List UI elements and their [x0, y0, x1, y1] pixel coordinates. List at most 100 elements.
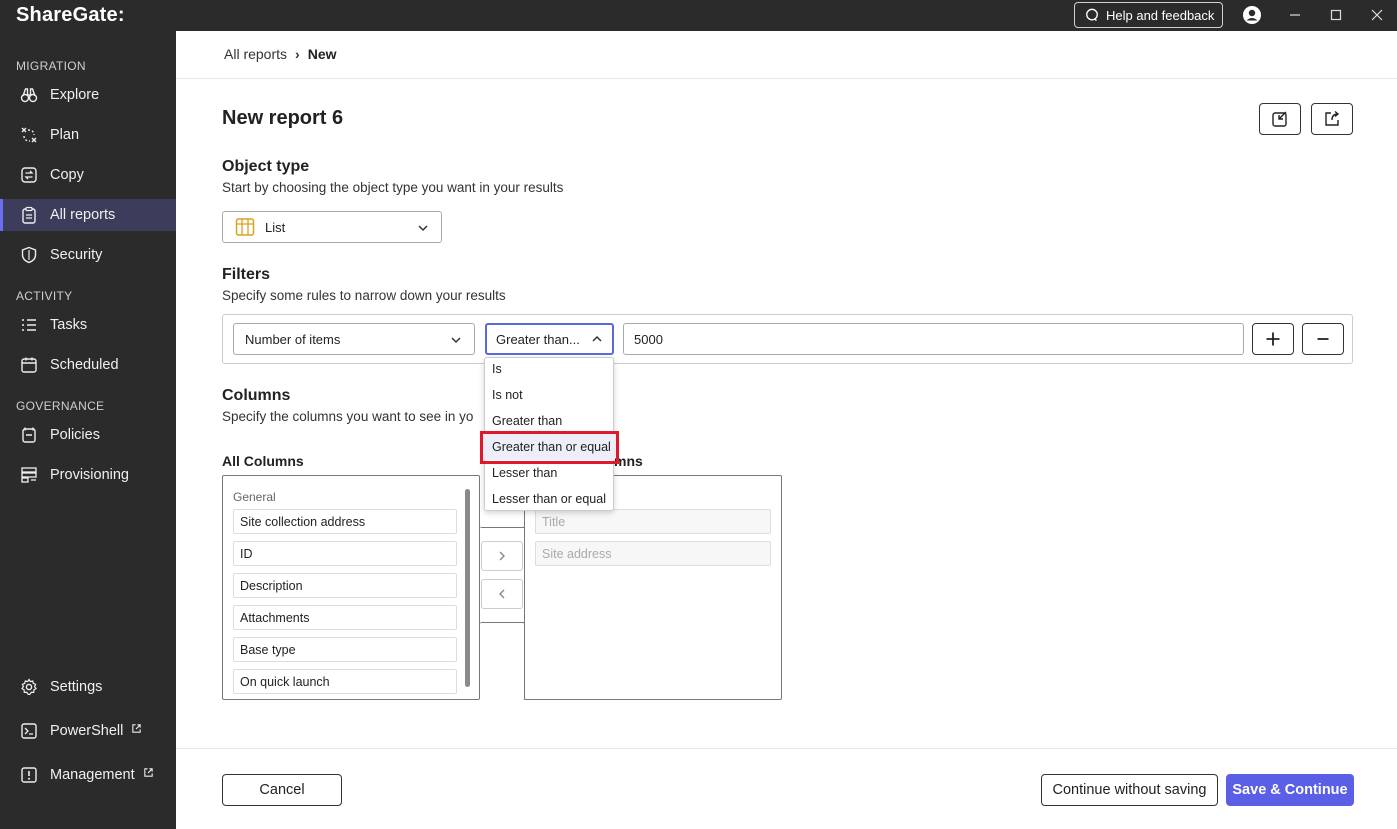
- sidebar-item-copy[interactable]: Copy: [0, 159, 176, 191]
- sidebar-label: Management: [50, 767, 135, 783]
- filter-operator-value: Greater than...: [496, 331, 580, 347]
- chevron-down-icon: [418, 225, 428, 232]
- breadcrumb-current: New: [307, 46, 337, 62]
- calendar-icon: [21, 357, 37, 373]
- tasks-icon: [22, 319, 36, 331]
- cancel-button[interactable]: Cancel: [222, 774, 342, 806]
- plus-icon: [1266, 332, 1280, 346]
- annotation-highlight-box: [480, 431, 619, 464]
- column-item[interactable]: Site collection address: [233, 509, 457, 534]
- continue-without-saving-button[interactable]: Continue without saving: [1041, 774, 1218, 806]
- selected-column-item[interactable]: Site address: [535, 541, 771, 566]
- column-item[interactable]: Description: [233, 573, 457, 598]
- filter-field-value: Number of items: [245, 331, 341, 347]
- external-link-icon: [132, 723, 142, 733]
- sidebar-label: Security: [50, 247, 103, 263]
- policies-icon: [22, 427, 36, 443]
- sidebar-label: Policies: [50, 427, 100, 443]
- copy-icon: [21, 167, 37, 183]
- column-item[interactable]: On quick launch: [233, 669, 457, 694]
- help-label: Help and feedback: [1106, 7, 1215, 23]
- sidebar-label: Copy: [50, 167, 84, 183]
- clipboard-icon: [22, 206, 36, 224]
- plan-icon: [21, 127, 37, 143]
- sidebar-item-policies[interactable]: Policies: [0, 419, 176, 451]
- filters-heading: Filters: [222, 266, 271, 283]
- sidebar-label: Tasks: [50, 317, 88, 333]
- sidebar-item-powershell[interactable]: PowerShell: [0, 715, 176, 747]
- title-bar: ShareGate: Help and feedback: [0, 0, 1397, 31]
- filters-description: Specify some rules to narrow down your r…: [222, 288, 506, 303]
- sidebar-label: Scheduled: [50, 357, 119, 373]
- filter-field-select[interactable]: Number of items: [233, 323, 475, 355]
- management-icon: [21, 767, 37, 783]
- shield-icon: [21, 246, 37, 264]
- object-type-description: Start by choosing the object type you wa…: [222, 180, 564, 195]
- column-item[interactable]: ID: [233, 541, 457, 566]
- binoculars-icon: [20, 88, 38, 103]
- sidebar-label: Provisioning: [50, 467, 129, 483]
- chevron-up-icon: [592, 335, 602, 342]
- close-icon[interactable]: [1369, 7, 1385, 23]
- sidebar-item-management[interactable]: Management: [0, 759, 176, 791]
- terminal-icon: [21, 723, 37, 739]
- chevron-right-icon: [499, 551, 505, 561]
- operator-option[interactable]: Lesser than or equal: [492, 492, 606, 506]
- columns-scrollbar[interactable]: [465, 489, 470, 687]
- header-divider: [176, 78, 1397, 79]
- sidebar-item-settings[interactable]: Settings: [0, 671, 176, 703]
- chevron-down-icon: [451, 337, 461, 344]
- section-activity: ACTIVITY: [16, 289, 73, 303]
- page-title: New report 6: [222, 107, 344, 129]
- import-icon: [1272, 111, 1287, 127]
- operator-option[interactable]: Is: [492, 362, 502, 376]
- sidebar-item-all-reports[interactable]: All reports: [0, 199, 176, 231]
- filter-operator-select[interactable]: Greater than...: [485, 323, 614, 355]
- all-columns-label: All Columns: [222, 453, 304, 469]
- sidebar-item-plan[interactable]: Plan: [0, 119, 176, 151]
- columns-heading: Columns: [222, 387, 291, 404]
- sidebar-item-security[interactable]: Security: [0, 239, 176, 271]
- maximize-icon[interactable]: [1328, 7, 1344, 23]
- provisioning-icon: [21, 467, 37, 483]
- import-button[interactable]: [1259, 103, 1301, 135]
- remove-filter-button[interactable]: [1302, 323, 1344, 355]
- operator-option[interactable]: Lesser than: [492, 466, 557, 480]
- column-item[interactable]: Attachments: [233, 605, 457, 630]
- help-and-feedback-button[interactable]: Help and feedback: [1074, 2, 1223, 28]
- breadcrumb-all-reports[interactable]: All reports: [224, 46, 287, 62]
- gear-icon: [21, 678, 37, 695]
- columns-description: Specify the columns you want to see in y…: [222, 409, 474, 424]
- sidebar-item-tasks[interactable]: Tasks: [0, 309, 176, 341]
- breadcrumb-separator: ›: [295, 46, 300, 62]
- export-icon: [1325, 110, 1340, 126]
- account-icon[interactable]: [1242, 5, 1262, 25]
- object-type-select[interactable]: List: [222, 211, 442, 243]
- app-logo: ShareGate:: [16, 4, 125, 26]
- export-button[interactable]: [1311, 103, 1353, 135]
- sidebar-item-scheduled[interactable]: Scheduled: [0, 349, 176, 381]
- footer-divider: [176, 748, 1397, 749]
- sidebar-label: PowerShell: [50, 723, 124, 739]
- operator-option[interactable]: Greater than: [492, 414, 562, 428]
- column-group-general: General: [233, 490, 276, 504]
- list-table-icon: [235, 218, 255, 236]
- minimize-icon[interactable]: [1287, 7, 1303, 23]
- column-item[interactable]: Base type: [233, 637, 457, 662]
- selected-column-item[interactable]: Title: [535, 509, 771, 534]
- chevron-left-icon: [499, 589, 505, 599]
- sidebar-label: Settings: [50, 679, 103, 695]
- add-filter-button[interactable]: [1252, 323, 1294, 355]
- sidebar-label: Plan: [50, 127, 80, 143]
- save-and-continue-button[interactable]: Save & Continue: [1226, 774, 1354, 806]
- object-type-value: List: [265, 219, 286, 235]
- filter-value-input[interactable]: 5000: [623, 323, 1244, 355]
- chat-icon: [1086, 8, 1098, 22]
- remove-column-button[interactable]: [481, 579, 523, 609]
- sidebar-label: Explore: [50, 87, 100, 103]
- operator-option[interactable]: Is not: [492, 388, 523, 402]
- add-column-button[interactable]: [481, 541, 523, 571]
- minus-icon: [1317, 338, 1329, 340]
- sidebar-item-provisioning[interactable]: Provisioning: [0, 459, 176, 491]
- sidebar-item-explore[interactable]: Explore: [0, 79, 176, 111]
